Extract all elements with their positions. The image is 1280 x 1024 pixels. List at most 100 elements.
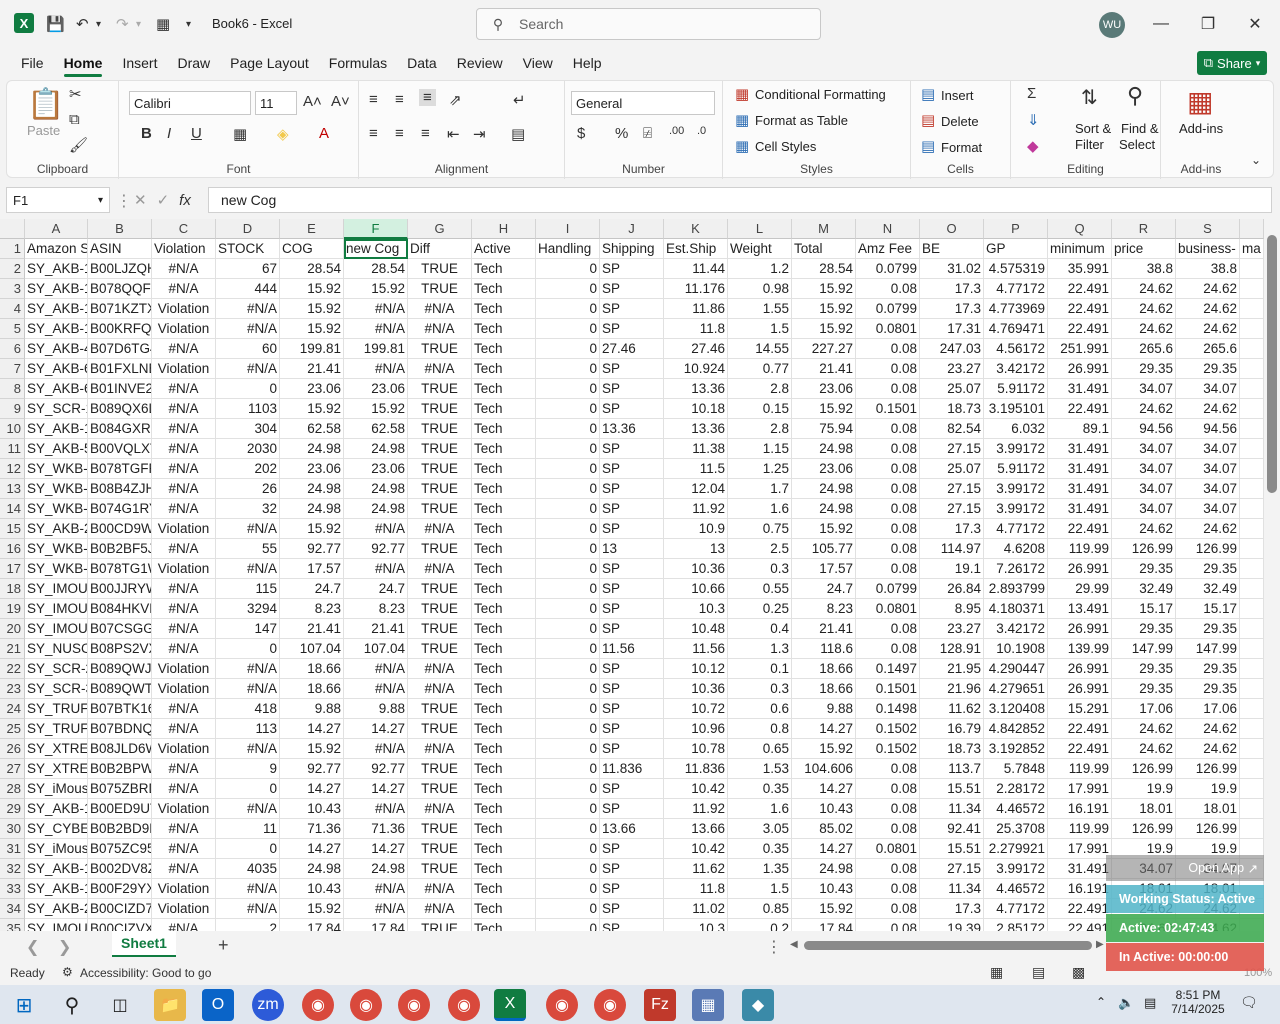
table-cell[interactable]: 15.92 [280,399,344,419]
table-cell[interactable]: 0 [536,879,600,899]
table-cell[interactable]: 0.08 [856,779,920,799]
row-header[interactable]: 24 [0,699,25,719]
table-cell[interactable]: 0.08 [856,279,920,299]
table-cell[interactable]: 24.98 [792,439,856,459]
table-cell[interactable]: 17.3 [920,519,984,539]
table-cell[interactable]: 0.08 [856,539,920,559]
table-cell[interactable]: 67 [216,259,280,279]
table-cell[interactable]: 75.94 [792,419,856,439]
align-top-icon[interactable]: ≡ [369,91,378,108]
row-header[interactable]: 20 [0,619,25,639]
table-cell[interactable]: 11.56 [600,639,664,659]
table-cell[interactable]: Tech [472,819,536,839]
table-cell[interactable]: B078TGFP [88,459,152,479]
table-cell[interactable]: 4.769471 [984,319,1048,339]
table-cell[interactable]: 0.0799 [856,299,920,319]
filter-label[interactable]: Filter [1075,137,1104,152]
table-cell[interactable]: Violation [152,319,216,339]
table-cell[interactable]: 34.07 [1176,479,1240,499]
scroll-left-icon[interactable]: ◀ [790,939,798,950]
windows-start-icon[interactable]: ⊞ [8,989,40,1021]
table-cell[interactable]: 0.08 [856,899,920,919]
table-cell[interactable]: 15.92 [792,299,856,319]
page-break-view-icon[interactable]: ▩ [1072,964,1085,981]
table-cell[interactable]: B002DV8Z [88,859,152,879]
accounting-format-icon[interactable]: $ [577,125,585,142]
table-cell[interactable]: 0.77 [728,359,792,379]
table-cell[interactable]: 10.18 [664,399,728,419]
table-cell[interactable]: 0 [536,839,600,859]
table-cell[interactable]: 15.291 [1048,699,1112,719]
table-cell[interactable]: SP [600,739,664,759]
table-cell[interactable]: #N/A [216,359,280,379]
table-cell[interactable]: Violation [152,799,216,819]
vertical-scrollbar[interactable] [1264,219,1280,931]
table-cell[interactable]: 0 [536,259,600,279]
table-cell[interactable]: 26.991 [1048,679,1112,699]
chrome-profile-icon[interactable]: ◉ [350,989,382,1021]
table-cell[interactable]: 11.34 [920,799,984,819]
table-cell[interactable] [1240,299,1264,319]
table-cell[interactable]: 1.2 [728,259,792,279]
table-cell[interactable]: 13.36 [600,419,664,439]
decrease-decimal-icon[interactable]: .0 [697,125,706,137]
table-cell[interactable]: 0.08 [856,919,920,931]
table-cell[interactable]: 24.7 [344,579,408,599]
table-cell[interactable]: SY_AKB-1: [25,279,88,299]
table-cell[interactable]: B01INVE2 [88,379,152,399]
table-cell[interactable]: 199.81 [280,339,344,359]
table-cell[interactable]: 0 [536,699,600,719]
table-cell[interactable]: 27.15 [920,859,984,879]
table-cell[interactable]: 24.98 [792,479,856,499]
table-cell[interactable]: B075ZC95: [88,839,152,859]
file-explorer-icon[interactable]: 📁 [154,989,186,1021]
table-cell[interactable]: 7.26172 [984,559,1048,579]
table-cell[interactable]: 14.27 [792,719,856,739]
table-cell[interactable]: 11 [216,819,280,839]
table-cell[interactable]: 26.991 [1048,659,1112,679]
table-cell[interactable]: 3294 [216,599,280,619]
table-cell[interactable]: 24.62 [1112,519,1176,539]
table-cell[interactable]: 17.31 [920,319,984,339]
prev-sheet-icon[interactable]: ❮ [26,937,39,957]
table-cell[interactable]: 8.23 [792,599,856,619]
table-cell[interactable]: SP [600,659,664,679]
table-cell[interactable]: 29.35 [1112,559,1176,579]
table-cell[interactable]: #N/A [408,739,472,759]
table-cell[interactable]: 15.92 [792,519,856,539]
addins-button[interactable]: Add-ins [1179,121,1223,136]
table-cell[interactable]: 62.58 [344,419,408,439]
table-cell[interactable]: TRUE [408,919,472,931]
table-cell[interactable]: 10.3 [664,919,728,931]
row-header[interactable]: 12 [0,459,25,479]
table-cell[interactable]: SY_IMOUS [25,599,88,619]
table-cell[interactable]: 13.36 [664,379,728,399]
table-cell[interactable]: 0 [216,379,280,399]
save-icon[interactable]: 💾 [46,0,65,48]
table-cell[interactable]: SP [600,359,664,379]
table-cell[interactable]: SY_SCR-1C [25,399,88,419]
column-title-cell[interactable]: Est.Ship [664,239,728,259]
table-cell[interactable]: 126.99 [1176,759,1240,779]
table-cell[interactable]: 18.66 [792,659,856,679]
table-cell[interactable]: 0 [216,839,280,859]
table-cell[interactable]: 71.36 [280,819,344,839]
column-title-cell[interactable]: Total [792,239,856,259]
table-cell[interactable]: 24.7 [280,579,344,599]
increase-indent-icon[interactable]: ⇥ [473,125,486,143]
table-cell[interactable]: 251.991 [1048,339,1112,359]
table-cell[interactable]: #N/A [216,519,280,539]
table-cell[interactable]: 0 [536,579,600,599]
increase-decimal-icon[interactable]: .00 [669,125,684,137]
table-cell[interactable]: Tech [472,859,536,879]
table-cell[interactable]: #N/A [152,439,216,459]
table-cell[interactable]: 34.07 [1176,499,1240,519]
table-cell[interactable]: 0.08 [856,439,920,459]
column-header[interactable]: L [728,219,792,239]
sort-filter-label[interactable]: Sort & [1075,121,1111,136]
table-cell[interactable]: 107.04 [280,639,344,659]
table-cell[interactable] [1240,519,1264,539]
table-cell[interactable]: Tech [472,579,536,599]
column-title-cell[interactable]: Diff [408,239,472,259]
name-box[interactable]: F1 ▾ [6,187,110,213]
